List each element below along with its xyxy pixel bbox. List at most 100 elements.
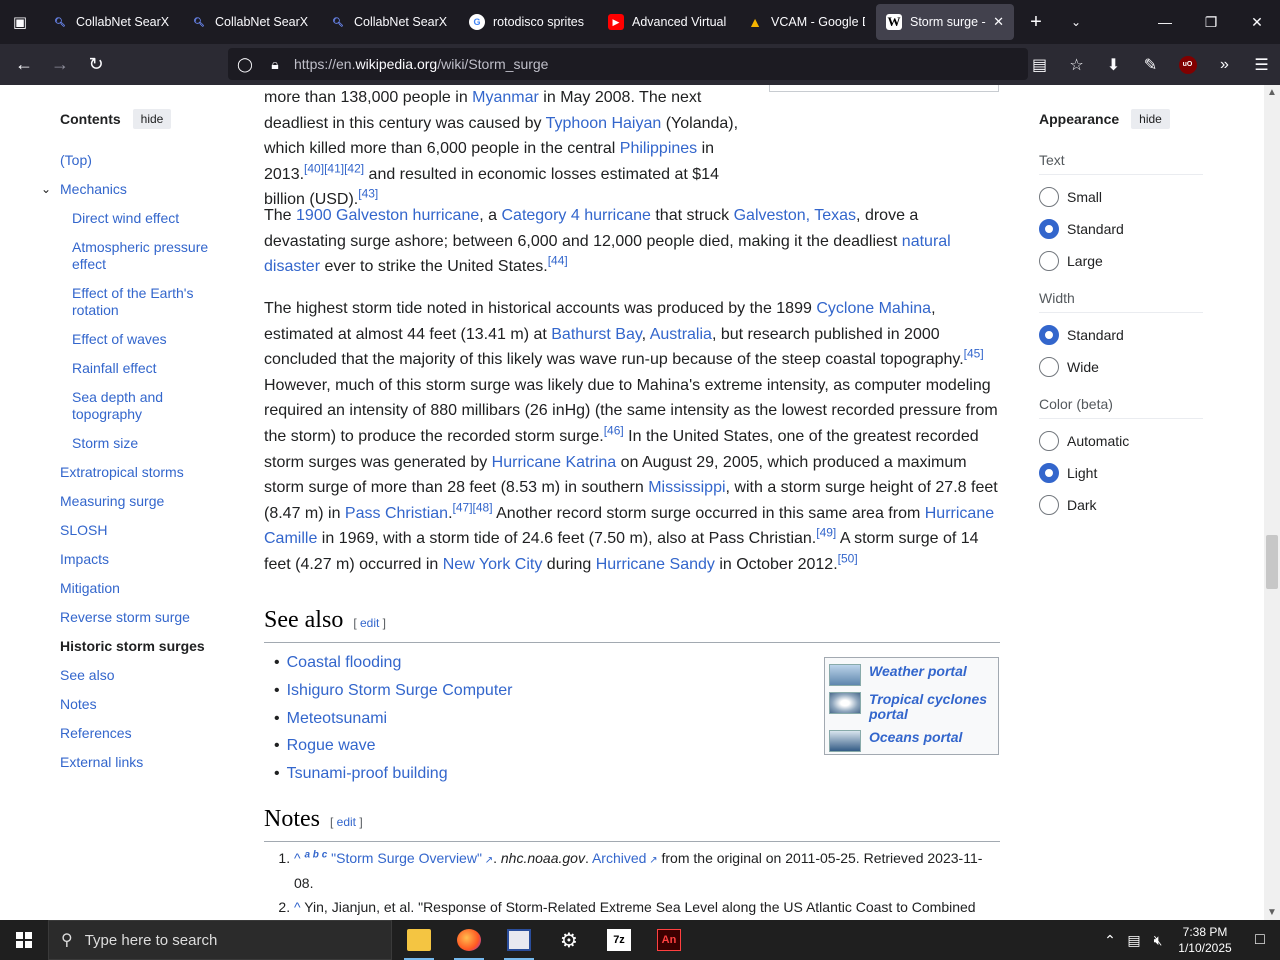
extensions-icon[interactable]: ✎ (1132, 49, 1169, 81)
restore-icon[interactable]: ❐ (1188, 0, 1234, 44)
download-icon[interactable]: ⬇ (1095, 49, 1132, 81)
radio-color-light[interactable]: Light (1039, 463, 1097, 483)
radio-text-large[interactable]: Large (1039, 251, 1103, 271)
tab-list-icon[interactable]: ▣ (0, 0, 40, 44)
close-tab-icon[interactable]: ✕ (993, 14, 1004, 30)
scrollbar-thumb[interactable] (1266, 535, 1278, 589)
toc-item-slosh[interactable]: SLOSH (60, 522, 230, 539)
radio-width-wide[interactable]: Wide (1039, 357, 1099, 377)
portal-weather[interactable]: Weather portal (829, 664, 967, 686)
link-philippines[interactable]: Philippines (620, 140, 697, 157)
backlink-caret[interactable]: ^ (294, 850, 301, 866)
link-storm-surge-overview[interactable]: "Storm Surge Overview" (331, 850, 493, 866)
toc-item-references[interactable]: References (60, 725, 230, 742)
ublock-icon[interactable]: uO (1169, 49, 1206, 81)
link-typhoon-haiyan[interactable]: Typhoon Haiyan (546, 115, 662, 132)
radio-button-checked[interactable] (1039, 463, 1059, 483)
back-icon[interactable]: ← (6, 49, 42, 81)
citation-link[interactable]: [40][41][42] (304, 161, 364, 175)
chevron-down-icon[interactable]: ⌄ (1056, 0, 1096, 44)
toc-item-notes[interactable]: Notes (60, 696, 230, 713)
citation-link[interactable]: [50] (838, 552, 858, 566)
link-hurricane-katrina[interactable]: Hurricane Katrina (492, 454, 617, 471)
browser-tab-active[interactable]: W Storm surge - Wikipedia ✕ (876, 4, 1014, 40)
portal-link[interactable]: Tropical cyclones portal (869, 692, 994, 722)
toc-item-impacts[interactable]: Impacts (60, 551, 230, 568)
chevron-down-icon[interactable]: ⌄ (41, 181, 51, 198)
radio-text-standard[interactable]: Standard (1039, 219, 1124, 239)
portal-link[interactable]: Weather portal (869, 664, 967, 679)
shield-icon[interactable]: ◯ (230, 56, 260, 73)
citation-link[interactable]: [49] (816, 526, 836, 540)
browser-tab[interactable]: G rotodisco sprites s (459, 4, 597, 40)
radio-button-checked[interactable] (1039, 325, 1059, 345)
link-archived[interactable]: Archived (592, 850, 658, 866)
hamburger-menu-icon[interactable]: ☰ (1243, 49, 1280, 81)
toc-item-mechanics[interactable]: ⌄ Mechanics (41, 181, 230, 198)
link-new-york-city[interactable]: New York City (443, 556, 543, 573)
citation-link[interactable]: [43] (358, 187, 378, 201)
toc-item-storm-size[interactable]: Storm size (72, 435, 222, 452)
gear-icon[interactable]: ⚙ (544, 920, 594, 960)
citation-link[interactable]: [47][48] (453, 500, 493, 514)
edit-link[interactable]: edit (360, 616, 379, 630)
link-coastal-flooding[interactable]: Coastal flooding (287, 654, 402, 671)
toc-item-external-links[interactable]: External links (60, 754, 230, 771)
radio-button[interactable] (1039, 357, 1059, 377)
toc-item-reverse-storm-surge[interactable]: Reverse storm surge (60, 609, 230, 626)
browser-tab[interactable]: 🔍︎ CollabNet SearXNG (181, 4, 319, 40)
browser-tab[interactable]: ▲ VCAM - Google Dr (737, 4, 875, 40)
new-tab-icon[interactable]: + (1016, 0, 1056, 44)
scroll-up-icon[interactable]: ▲ (1264, 87, 1280, 98)
radio-button[interactable] (1039, 431, 1059, 451)
toc-item-direct-wind-effect[interactable]: Direct wind effect (72, 210, 222, 227)
citation-link[interactable]: [46] (604, 424, 624, 438)
bookmark-star-icon[interactable]: ☆ (1058, 49, 1095, 81)
link-rogue-wave[interactable]: Rogue wave (287, 737, 376, 754)
edit-link[interactable]: edit (337, 815, 356, 829)
image-editor-icon[interactable] (494, 920, 544, 960)
radio-color-dark[interactable]: Dark (1039, 495, 1097, 515)
browser-tab[interactable]: 🔍︎ CollabNet SearXNG (320, 4, 458, 40)
link-cyclone-mahina[interactable]: Cyclone Mahina (816, 300, 931, 317)
start-button[interactable] (0, 920, 48, 960)
page-scrollbar[interactable]: ▲ ▼ (1264, 85, 1280, 920)
browser-tab[interactable]: ▶ Advanced Virtual C (598, 4, 736, 40)
network-icon[interactable]: ▤ (1122, 932, 1146, 949)
overflow-menu-icon[interactable]: » (1206, 49, 1243, 81)
volume-muted-icon[interactable]: 🔇︎ (1146, 932, 1170, 949)
radio-button[interactable] (1039, 251, 1059, 271)
appearance-hide-button[interactable]: hide (1131, 109, 1170, 129)
toc-item-earth-rotation[interactable]: Effect of the Earth's rotation (72, 285, 222, 319)
citation-link[interactable]: [45] (964, 347, 984, 361)
file-explorer-icon[interactable] (394, 920, 444, 960)
toc-item-mitigation[interactable]: Mitigation (60, 580, 230, 597)
toc-item-atmospheric-pressure-effect[interactable]: Atmospheric pressure effect (72, 239, 222, 273)
clock[interactable]: 7:38 PM 1/10/2025 (1170, 924, 1240, 956)
7zip-icon[interactable]: 7z (594, 920, 644, 960)
toc-item-top[interactable]: (Top) (60, 152, 230, 169)
scroll-down-icon[interactable]: ▼ (1264, 907, 1280, 918)
toc-item-effect-of-waves[interactable]: Effect of waves (72, 331, 222, 348)
portal-link[interactable]: Oceans portal (869, 730, 962, 745)
link-meteotsunami[interactable]: Meteotsunami (287, 710, 388, 727)
radio-color-automatic[interactable]: Automatic (1039, 431, 1129, 451)
toc-item-see-also[interactable]: See also (60, 667, 230, 684)
firefox-icon[interactable] (444, 920, 494, 960)
link-australia[interactable]: Australia (650, 326, 712, 343)
lock-icon[interactable]: 🔒︎ (260, 56, 290, 73)
reader-view-icon[interactable]: ▤ (1021, 49, 1058, 81)
link-mississippi[interactable]: Mississippi (648, 479, 725, 496)
toc-item-historic-storm-surges[interactable]: Historic storm surges (60, 638, 230, 655)
portal-oceans[interactable]: Oceans portal (829, 730, 962, 752)
link-ishiguro-storm-surge-computer[interactable]: Ishiguro Storm Surge Computer (287, 682, 513, 699)
toc-item-label[interactable]: Mechanics (60, 181, 127, 197)
link-tsunami-proof-building[interactable]: Tsunami-proof building (287, 765, 448, 782)
chevron-up-icon[interactable]: ⌃ (1098, 932, 1122, 949)
backlink-letters[interactable]: a b c (304, 849, 327, 860)
link-pass-christian[interactable]: Pass Christian (345, 505, 448, 522)
citation-link[interactable]: [44] (548, 254, 568, 268)
reload-icon[interactable]: ↻ (78, 49, 114, 81)
link-category-4-hurricane[interactable]: Category 4 hurricane (501, 207, 650, 224)
adobe-animate-icon[interactable]: An (644, 920, 694, 960)
